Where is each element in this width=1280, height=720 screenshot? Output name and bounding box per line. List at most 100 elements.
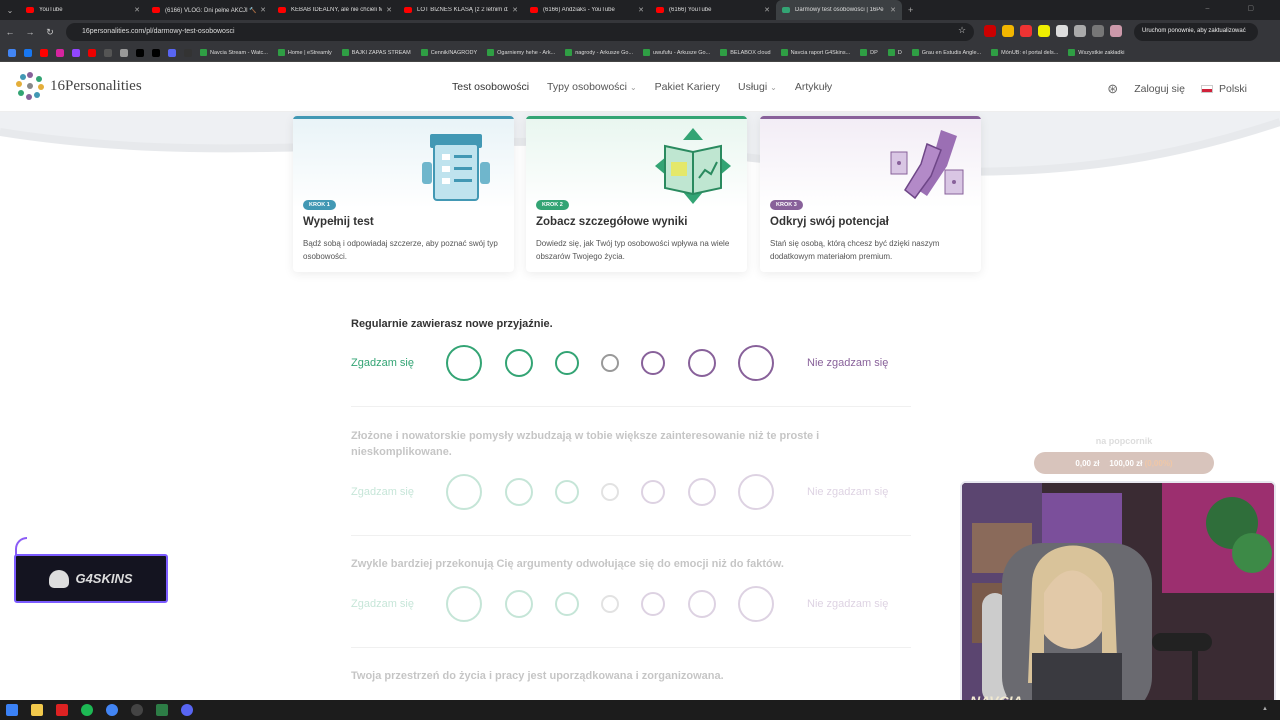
nav-career-pack[interactable]: Pakiet Kariery: [655, 81, 720, 93]
answer-option-3[interactable]: [555, 480, 579, 504]
nav-personality-types[interactable]: Typy osobowości ⌄: [547, 81, 637, 93]
browser-tab[interactable]: (6166) VLOG: Dni pełne AKCJI 🔨 ✕: [146, 0, 272, 20]
close-tab-icon[interactable]: ✕: [512, 6, 518, 14]
bookmark-favicon: [487, 49, 495, 56]
close-tab-icon[interactable]: ✕: [764, 6, 770, 14]
close-tab-icon[interactable]: ✕: [890, 6, 896, 14]
bookmark-icon[interactable]: [120, 48, 128, 57]
start-icon[interactable]: [6, 704, 18, 716]
answer-option-2[interactable]: [505, 349, 533, 377]
tab-search-icon[interactable]: ⌄: [0, 0, 20, 20]
obs-icon[interactable]: [131, 704, 143, 716]
answer-option-4[interactable]: [601, 354, 619, 372]
answer-option-3[interactable]: [555, 592, 579, 616]
extension-icon[interactable]: [984, 25, 996, 37]
reload-icon[interactable]: ↻: [40, 27, 60, 38]
close-tab-icon[interactable]: ✕: [260, 6, 266, 14]
bookmarks-bar: Navcia Stream - Watc... Home | eStreamly B…: [0, 44, 1280, 62]
answer-option-6[interactable]: [688, 590, 716, 618]
twitch-icon[interactable]: [72, 48, 80, 57]
bookmark-item[interactable]: DP: [860, 49, 878, 56]
browser-tab[interactable]: (6166) Andziaks - YouTube ✕: [524, 0, 650, 20]
bookmark-item[interactable]: Navcia raport G4Skins...: [780, 49, 850, 56]
youtube-icon[interactable]: [40, 48, 48, 57]
extension-icon[interactable]: [1074, 25, 1086, 37]
bookmark-icon[interactable]: [104, 48, 112, 57]
extension-icon[interactable]: [1002, 25, 1014, 37]
facebook-icon[interactable]: [24, 48, 32, 57]
login-link[interactable]: Zaloguj się: [1134, 83, 1185, 95]
browser-tab[interactable]: Darmowy test osobowości | 16Pe ✕: [776, 0, 902, 20]
answer-option-1[interactable]: [446, 474, 482, 510]
tiktok-icon[interactable]: [152, 48, 160, 57]
nav-services[interactable]: Usługi ⌄: [738, 81, 777, 93]
nav-articles[interactable]: Artykuły: [795, 81, 832, 93]
bookmark-item[interactable]: nagrody - Arkusze Go...: [565, 49, 633, 56]
new-tab-button[interactable]: +: [908, 5, 913, 15]
system-tray[interactable]: ▲: [1262, 706, 1274, 718]
answer-option-7[interactable]: [738, 586, 774, 622]
profile-avatar[interactable]: [1110, 25, 1122, 37]
bookmark-item[interactable]: Navcia Stream - Watc...: [200, 49, 268, 56]
answer-option-1[interactable]: [446, 345, 482, 381]
nav-personality-test[interactable]: Test osobowości: [452, 81, 529, 93]
site-logo[interactable]: 16Personalities: [16, 72, 142, 100]
answer-option-3[interactable]: [555, 351, 579, 375]
sponsor-name: G4SKINS: [75, 571, 133, 586]
answer-option-6[interactable]: [688, 478, 716, 506]
answer-option-1[interactable]: [446, 586, 482, 622]
bookmark-item[interactable]: D: [887, 49, 902, 56]
extension-icon[interactable]: [1038, 25, 1050, 37]
answer-option-5[interactable]: [641, 480, 665, 504]
bookmark-item[interactable]: BAJKI ZAPAS STREAM: [341, 49, 411, 56]
close-tab-icon[interactable]: ✕: [134, 6, 140, 14]
browser-tab[interactable]: (6166) YouTube ✕: [650, 0, 776, 20]
bookmark-item[interactable]: Home | eStreamly: [277, 49, 332, 56]
bookmark-item[interactable]: uwufufu - Arkusze Go...: [643, 49, 710, 56]
file-explorer-icon[interactable]: [31, 704, 43, 716]
terminal-icon[interactable]: [156, 704, 168, 716]
discord-icon[interactable]: [181, 704, 193, 716]
extension-icon[interactable]: [1020, 25, 1032, 37]
browser-tab[interactable]: LOT BIZNES KLASĄ (z 2 letnim dz ✕: [398, 0, 524, 20]
answer-option-5[interactable]: [641, 592, 665, 616]
discord-icon[interactable]: [168, 48, 176, 57]
answer-option-2[interactable]: [505, 478, 533, 506]
url-field[interactable]: 16personalities.com/pl/darmowy-test-osob…: [66, 23, 974, 41]
bookmark-item[interactable]: Wszystkie zakładki: [1068, 49, 1124, 56]
step-badge: KROK 2: [536, 200, 569, 210]
forward-icon[interactable]: →: [20, 27, 40, 37]
opera-icon[interactable]: [56, 704, 68, 716]
answer-option-6[interactable]: [688, 349, 716, 377]
back-icon[interactable]: ←: [0, 27, 20, 37]
x-icon[interactable]: [136, 48, 144, 57]
spotify-icon[interactable]: [81, 704, 93, 716]
extension-icon[interactable]: [1092, 25, 1104, 37]
instagram-icon[interactable]: [56, 48, 64, 57]
apps-icon[interactable]: [8, 48, 16, 57]
extension-icon[interactable]: [1056, 25, 1068, 37]
answer-option-5[interactable]: [641, 351, 665, 375]
answer-option-7[interactable]: [738, 474, 774, 510]
accessibility-icon[interactable]: ⊛: [1107, 81, 1118, 97]
bookmark-item[interactable]: Cennik/NAGRODY: [420, 49, 477, 56]
bookmark-icon[interactable]: [88, 48, 96, 57]
language-selector[interactable]: Polski: [1200, 83, 1247, 95]
close-tab-icon[interactable]: ✕: [638, 6, 644, 14]
bookmark-icon[interactable]: [184, 48, 192, 57]
restart-update-button[interactable]: Uruchom ponownie, aby zaktualizować: [1134, 23, 1258, 41]
bookmark-item[interactable]: MónUB: el portal dels...: [991, 49, 1058, 56]
close-tab-icon[interactable]: ✕: [386, 6, 392, 14]
browser-tab[interactable]: KEBAB IDEALNY, ale nie chcieli M ✕: [272, 0, 398, 20]
answer-option-4[interactable]: [601, 595, 619, 613]
bookmark-item[interactable]: Ogarniemy hehe - Ark...: [487, 49, 555, 56]
answer-option-2[interactable]: [505, 590, 533, 618]
chrome-icon[interactable]: [106, 704, 118, 716]
answer-option-7[interactable]: [738, 345, 774, 381]
bookmark-star-icon[interactable]: ☆: [958, 25, 966, 36]
bookmark-item[interactable]: BELABOX cloud: [720, 49, 771, 56]
answer-option-4[interactable]: [601, 483, 619, 501]
browser-tab[interactable]: YouTube ✕: [20, 0, 146, 20]
bookmark-item[interactable]: Grau en Estudis Angle...: [911, 49, 981, 56]
window-controls[interactable]: – ▢: [1206, 4, 1272, 12]
